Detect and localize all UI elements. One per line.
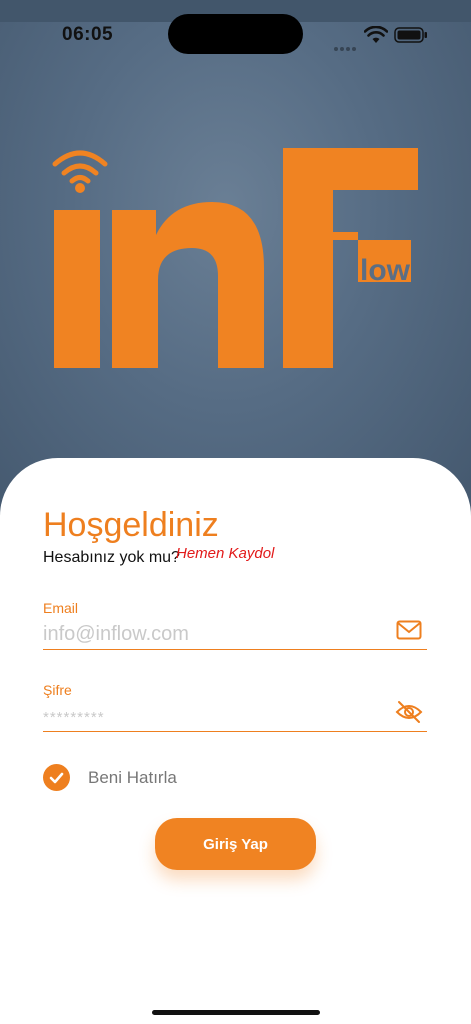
eye-off-icon[interactable] bbox=[395, 700, 423, 729]
dynamic-island bbox=[168, 14, 303, 54]
remember-me-checkbox[interactable] bbox=[43, 764, 70, 791]
remember-me-label[interactable]: Beni Hatırla bbox=[88, 768, 177, 788]
no-account-text: Hesabınız yok mu? bbox=[43, 549, 180, 566]
status-time: 06:05 bbox=[62, 24, 114, 45]
home-indicator bbox=[152, 1010, 320, 1015]
welcome-title: Hoşgeldiniz bbox=[43, 506, 219, 544]
email-input[interactable] bbox=[43, 619, 427, 650]
mail-icon[interactable] bbox=[396, 620, 422, 645]
password-input[interactable] bbox=[43, 701, 427, 732]
inflow-logo: low bbox=[0, 140, 471, 380]
register-link[interactable]: Hemen Kaydol bbox=[176, 545, 274, 562]
wifi-status-icon bbox=[363, 25, 389, 49]
email-label: Email bbox=[43, 600, 79, 616]
password-label: Şifre bbox=[43, 682, 72, 698]
logo-sub-text: low bbox=[360, 254, 411, 287]
cellular-signal-icon bbox=[334, 38, 358, 56]
logo-wifi-icon bbox=[52, 150, 108, 184]
login-button[interactable]: Giriş Yap bbox=[155, 818, 316, 870]
battery-icon bbox=[394, 27, 428, 48]
check-icon bbox=[49, 772, 64, 784]
